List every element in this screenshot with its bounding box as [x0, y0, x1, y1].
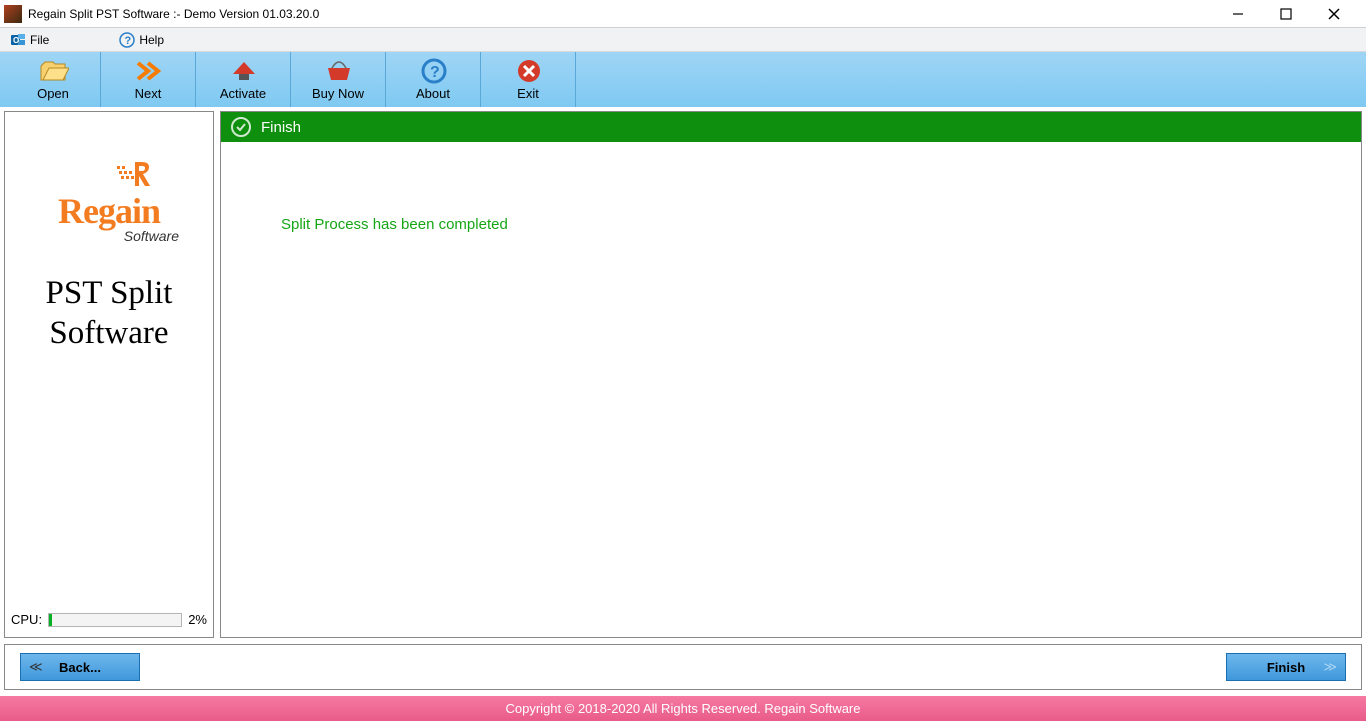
chevron-left-icon: ≪	[29, 659, 43, 675]
next-button[interactable]: Next	[101, 52, 196, 107]
next-arrow-icon	[134, 58, 162, 84]
maximize-icon	[1280, 8, 1292, 20]
menu-file[interactable]: O File	[10, 32, 49, 48]
footer: Copyright © 2018-2020 All Rights Reserve…	[0, 696, 1366, 721]
menu-help-label: Help	[139, 33, 164, 47]
copyright-text: Copyright © 2018-2020 All Rights Reserve…	[506, 701, 861, 716]
result-message: Split Process has been completed	[281, 216, 1361, 233]
open-label: Open	[37, 86, 69, 101]
menu-help[interactable]: ? Help	[119, 32, 164, 48]
toolbar: Open Next Activate Buy Now ? About Exit	[0, 52, 1366, 107]
cpu-label: CPU:	[11, 612, 42, 627]
folder-open-icon	[39, 58, 67, 84]
content-row: Regain Software PST Split Software CPU: …	[4, 111, 1362, 638]
brand-name: Regain	[11, 190, 207, 232]
brand-logo: Regain Software PST Split Software	[11, 160, 207, 353]
exit-label: Exit	[517, 86, 539, 101]
titlebar: Regain Split PST Software :- Demo Versio…	[0, 0, 1366, 28]
back-label: Back...	[59, 660, 101, 675]
svg-text:?: ?	[125, 35, 132, 47]
main-panel: Finish Split Process has been completed	[220, 111, 1362, 638]
about-button[interactable]: ? About	[386, 52, 481, 107]
exit-button[interactable]: Exit	[481, 52, 576, 107]
cpu-progress-bar	[48, 613, 182, 627]
finish-label: Finish	[1267, 660, 1305, 675]
close-icon	[1327, 7, 1341, 21]
info-icon: ?	[419, 58, 447, 84]
nav-row: ≪ Back... Finish ≫	[4, 644, 1362, 690]
app-icon	[4, 5, 22, 23]
outlook-icon: O	[10, 32, 26, 48]
exit-icon	[514, 58, 542, 84]
next-label: Next	[135, 86, 162, 101]
back-button[interactable]: ≪ Back...	[20, 653, 140, 681]
menubar: O File ? Help	[0, 28, 1366, 52]
svg-text:?: ?	[430, 64, 440, 81]
sidebar: Regain Software PST Split Software CPU: …	[4, 111, 214, 638]
window-controls	[1218, 2, 1362, 26]
menu-file-label: File	[30, 33, 49, 47]
svg-text:O: O	[13, 36, 19, 45]
buy-now-button[interactable]: Buy Now	[291, 52, 386, 107]
finish-button[interactable]: Finish ≫	[1226, 653, 1346, 681]
activate-button[interactable]: Activate	[196, 52, 291, 107]
buy-now-label: Buy Now	[312, 86, 364, 101]
checkmark-icon	[231, 117, 251, 137]
about-label: About	[416, 86, 450, 101]
cpu-usage: CPU: 2%	[11, 612, 207, 627]
close-button[interactable]	[1314, 2, 1354, 26]
minimize-button[interactable]	[1218, 2, 1258, 26]
finish-header-bar: Finish	[221, 112, 1361, 142]
finish-header-text: Finish	[261, 119, 301, 136]
cpu-progress-fill	[49, 614, 52, 626]
regain-r-icon	[115, 160, 159, 188]
shopping-basket-icon	[324, 58, 352, 84]
help-icon: ?	[119, 32, 135, 48]
product-name: PST Split Software	[11, 274, 207, 353]
cpu-percent: 2%	[188, 612, 207, 627]
maximize-button[interactable]	[1266, 2, 1306, 26]
result-area: Split Process has been completed	[221, 142, 1361, 637]
activate-label: Activate	[220, 86, 266, 101]
open-button[interactable]: Open	[6, 52, 101, 107]
activate-icon	[229, 58, 257, 84]
chevron-right-icon: ≫	[1323, 659, 1337, 675]
window-title: Regain Split PST Software :- Demo Versio…	[28, 7, 319, 21]
minimize-icon	[1232, 8, 1244, 20]
